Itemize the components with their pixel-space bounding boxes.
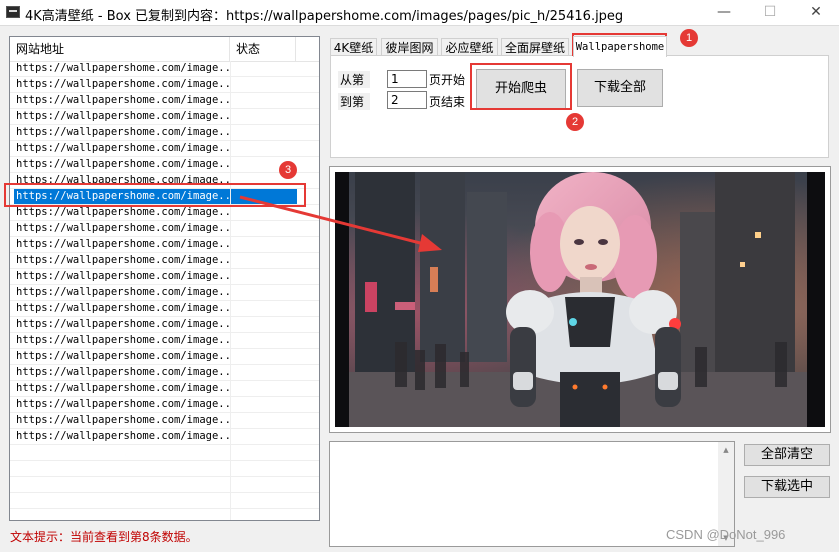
tab-wallpapershome[interactable]: Wallpapershome [573,36,667,57]
annotation-arrow [239,195,442,252]
watermark: CSDN @DoNot_996 [666,527,786,542]
